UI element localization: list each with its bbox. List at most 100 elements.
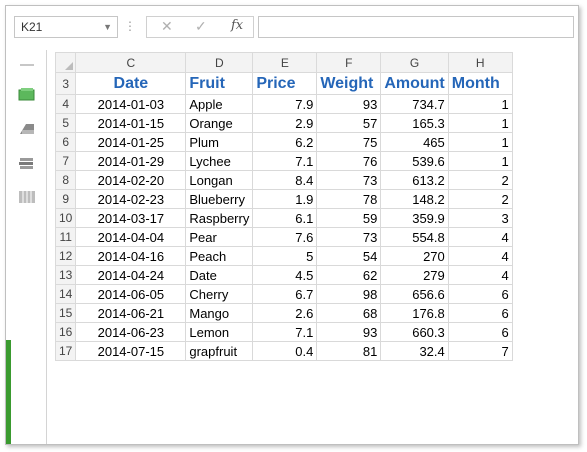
cell-price[interactable]: 6.1 (252, 208, 318, 228)
header-cell-weight[interactable]: Weight (316, 72, 382, 95)
cell-fruit[interactable]: Apple (185, 94, 254, 114)
cell-amount[interactable]: 554.8 (380, 227, 449, 247)
cell-date[interactable]: 2014-06-23 (75, 322, 187, 342)
cell-date[interactable]: 2014-07-15 (75, 341, 187, 361)
row-header[interactable]: 5 (54, 113, 77, 133)
cell-weight[interactable]: 93 (316, 94, 382, 114)
select-all-button[interactable] (54, 52, 77, 73)
header-cell-price[interactable]: Price (252, 72, 318, 95)
cell-date[interactable]: 2014-03-17 (75, 208, 187, 228)
cell-weight[interactable]: 98 (316, 284, 382, 304)
cell-date[interactable]: 2014-01-25 (75, 132, 187, 152)
cell-month[interactable]: 6 (447, 322, 513, 342)
cell-weight[interactable]: 54 (316, 246, 382, 266)
cell-fruit[interactable]: Lychee (185, 151, 254, 171)
cell-fruit[interactable]: Orange (185, 113, 254, 133)
cell-amount[interactable]: 270 (380, 246, 449, 266)
cell-month[interactable]: 2 (447, 189, 513, 209)
cell-amount[interactable]: 176.8 (380, 303, 449, 323)
cell-price[interactable]: 5 (252, 246, 318, 266)
cell-price[interactable]: 6.7 (252, 284, 318, 304)
column-header[interactable]: D (185, 52, 254, 73)
cell-amount[interactable]: 660.3 (380, 322, 449, 342)
cell-amount[interactable]: 32.4 (380, 341, 449, 361)
cell-fruit[interactable]: Date (185, 265, 254, 285)
cell-fruit[interactable]: grapfruit (185, 341, 254, 361)
cell-date[interactable]: 2014-06-21 (75, 303, 187, 323)
cell-fruit[interactable]: Longan (185, 170, 254, 190)
column-header[interactable]: G (380, 52, 449, 73)
cell-weight[interactable]: 57 (316, 113, 382, 133)
cell-month[interactable]: 1 (447, 132, 513, 152)
cell-weight[interactable]: 76 (316, 151, 382, 171)
cell-price[interactable]: 1.9 (252, 189, 318, 209)
sheet-splitter[interactable] (6, 340, 11, 444)
cell-date[interactable]: 2014-06-05 (75, 284, 187, 304)
cell-price[interactable]: 6.2 (252, 132, 318, 152)
cell-fruit[interactable]: Blueberry (185, 189, 254, 209)
header-cell-month[interactable]: Month (447, 72, 513, 95)
cell-month[interactable]: 4 (447, 227, 513, 247)
cell-fruit[interactable]: Plum (185, 132, 254, 152)
cell-month[interactable]: 3 (447, 208, 513, 228)
cell-amount[interactable]: 165.3 (380, 113, 449, 133)
cell-weight[interactable]: 68 (316, 303, 382, 323)
column-header[interactable]: C (75, 52, 187, 73)
insert-function-icon[interactable]: fx (231, 18, 243, 33)
cell-weight[interactable]: 73 (316, 227, 382, 247)
row-header[interactable]: 12 (54, 246, 77, 266)
cell-weight[interactable]: 59 (316, 208, 382, 228)
header-cell-date[interactable]: Date (75, 72, 187, 95)
cell-price[interactable]: 0.4 (252, 341, 318, 361)
cell-weight[interactable]: 73 (316, 170, 382, 190)
cell-price[interactable]: 7.9 (252, 94, 318, 114)
cell-amount[interactable]: 734.7 (380, 94, 449, 114)
cell-month[interactable]: 6 (447, 303, 513, 323)
cell-date[interactable]: 2014-04-24 (75, 265, 187, 285)
cell-month[interactable]: 4 (447, 265, 513, 285)
row-header[interactable]: 4 (54, 94, 77, 114)
cell-price[interactable]: 4.5 (252, 265, 318, 285)
cell-date[interactable]: 2014-01-03 (75, 94, 187, 114)
cell-month[interactable]: 1 (447, 151, 513, 171)
cell-price[interactable]: 7.6 (252, 227, 318, 247)
cell-amount[interactable]: 148.2 (380, 189, 449, 209)
cell-amount[interactable]: 465 (380, 132, 449, 152)
collapse-icon[interactable] (18, 58, 36, 72)
row-header[interactable]: 16 (54, 322, 77, 342)
cell-date[interactable]: 2014-01-29 (75, 151, 187, 171)
cell-month[interactable]: 4 (447, 246, 513, 266)
cell-date[interactable]: 2014-02-23 (75, 189, 187, 209)
cell-price[interactable]: 7.1 (252, 322, 318, 342)
cell-month[interactable]: 7 (447, 341, 513, 361)
eraser-icon[interactable] (18, 122, 36, 136)
row-header[interactable]: 7 (54, 151, 77, 171)
cell-date[interactable]: 2014-01-15 (75, 113, 187, 133)
cell-fruit[interactable]: Cherry (185, 284, 254, 304)
cell-fruit[interactable]: Pear (185, 227, 254, 247)
row-header[interactable]: 3 (54, 72, 77, 95)
cell-date[interactable]: 2014-02-20 (75, 170, 187, 190)
cell-amount[interactable]: 613.2 (380, 170, 449, 190)
name-box[interactable]: K21 ▼ (14, 16, 118, 38)
cell-fruit[interactable]: Lemon (185, 322, 254, 342)
row-header[interactable]: 14 (54, 284, 77, 304)
green-sheet-icon[interactable] (18, 88, 36, 102)
cell-month[interactable]: 2 (447, 170, 513, 190)
header-cell-fruit[interactable]: Fruit (185, 72, 254, 95)
column-header[interactable]: H (447, 52, 513, 73)
cell-price[interactable]: 2.6 (252, 303, 318, 323)
column-header[interactable]: E (252, 52, 318, 73)
cell-price[interactable]: 7.1 (252, 151, 318, 171)
cell-weight[interactable]: 81 (316, 341, 382, 361)
stack-icon[interactable] (18, 156, 36, 170)
cell-amount[interactable]: 279 (380, 265, 449, 285)
columns-icon[interactable] (18, 190, 36, 204)
row-header[interactable]: 10 (54, 208, 77, 228)
cell-amount[interactable]: 539.6 (380, 151, 449, 171)
header-cell-amount[interactable]: Amount (380, 72, 449, 95)
column-header[interactable]: F (316, 52, 382, 73)
row-header[interactable]: 8 (54, 170, 77, 190)
row-header[interactable]: 17 (54, 341, 77, 361)
row-header[interactable]: 13 (54, 265, 77, 285)
